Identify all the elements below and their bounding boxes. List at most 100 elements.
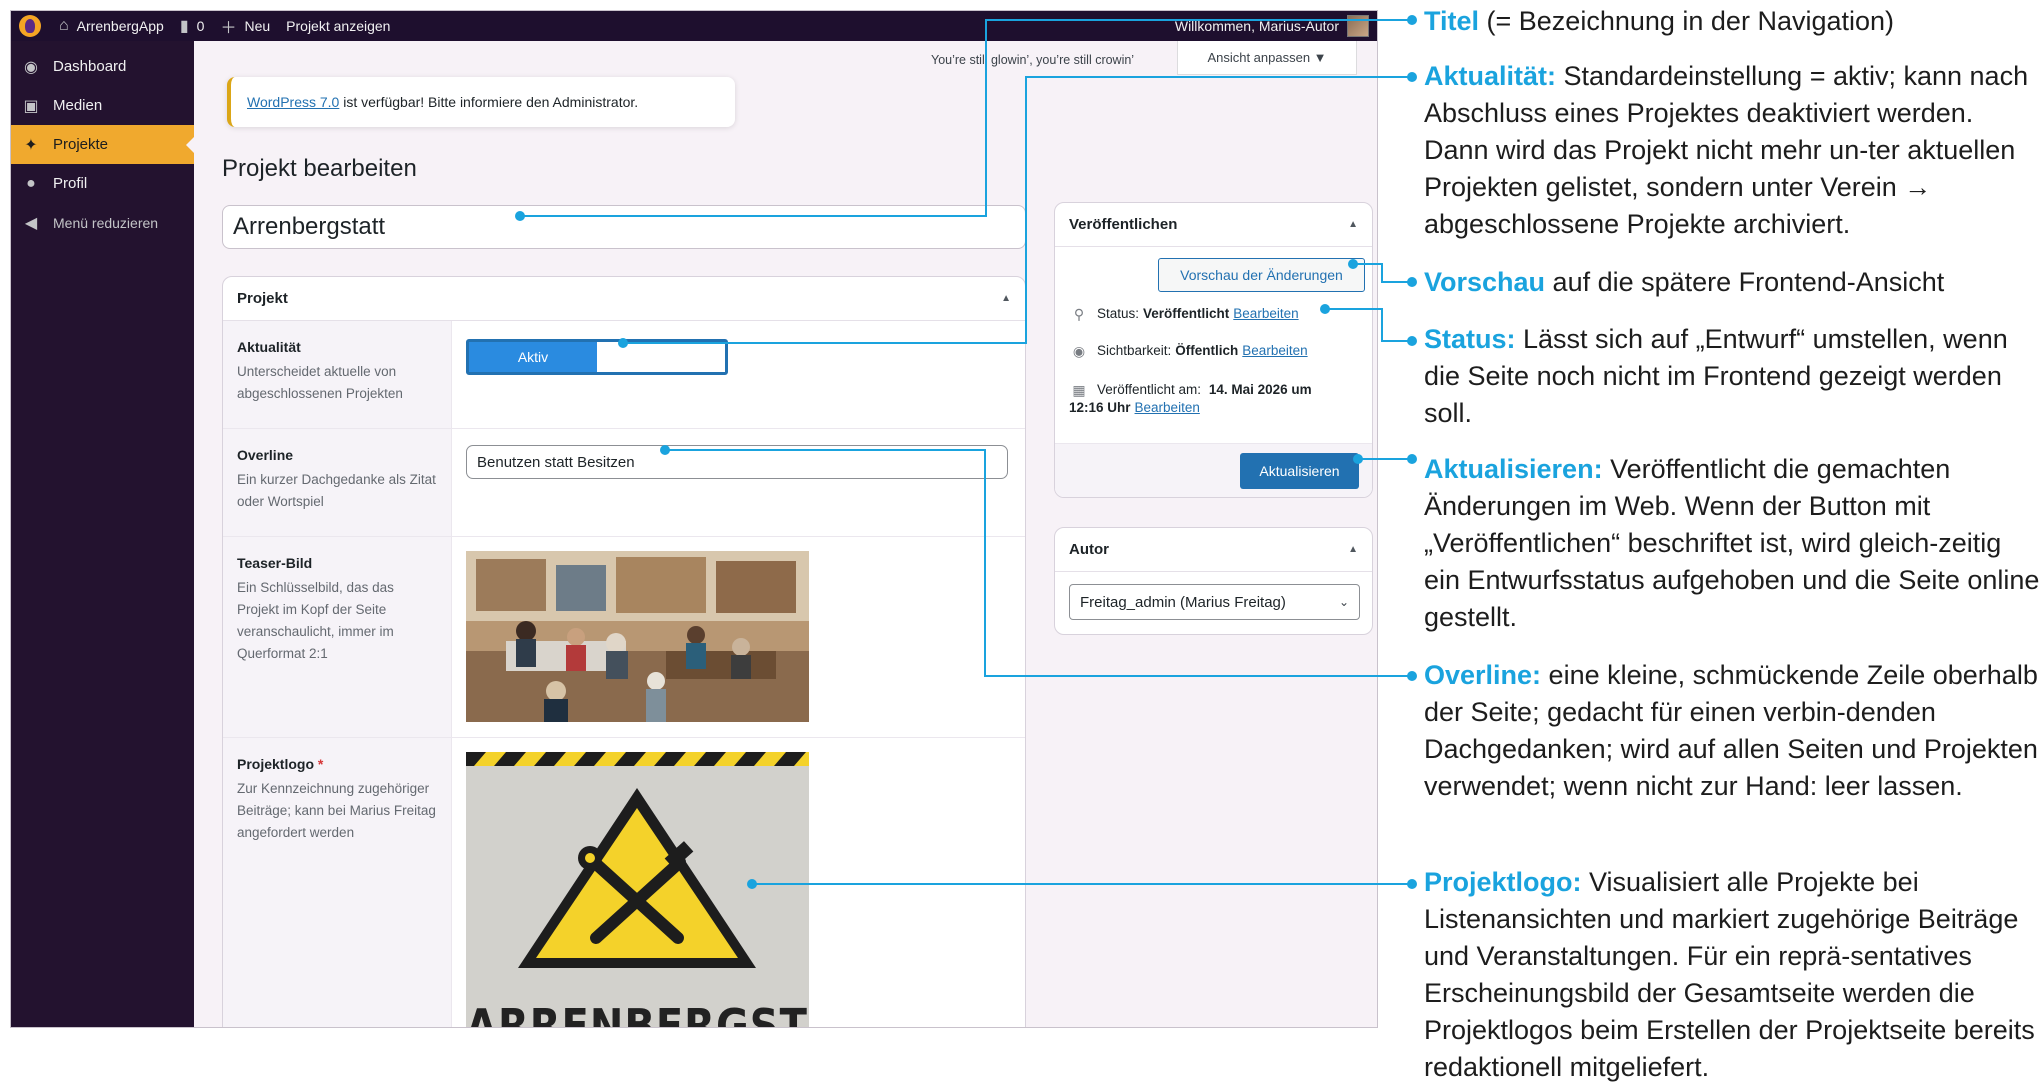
post-title-input[interactable]: Arrenbergstatt: [222, 205, 1026, 249]
visibility-label: Sichtbarkeit:: [1097, 343, 1172, 358]
home-icon: ⌂: [59, 17, 69, 34]
site-logo-icon[interactable]: [19, 15, 41, 37]
edit-date-link[interactable]: Bearbeiten: [1135, 400, 1200, 415]
chevron-down-icon: ⌄: [1338, 595, 1349, 609]
collapse-toggle-icon[interactable]: ▲: [1348, 219, 1358, 230]
annotation-key: Aktualität:: [1424, 61, 1557, 91]
visibility-value: Öffentlich: [1175, 343, 1239, 358]
update-button[interactable]: Aktualisieren: [1240, 453, 1359, 489]
published-date: 14. Mai 2026 um: [1208, 382, 1312, 397]
annotation-text: Visualisiert alle Projekte bei Listenans…: [1424, 867, 2035, 1082]
view-project-link[interactable]: Projekt anzeigen: [278, 11, 398, 41]
annotation-text: (= Bezeichnung in der Navigation): [1479, 6, 1895, 36]
sidebar-collapse-menu[interactable]: ◀ Menü reduzieren: [11, 203, 194, 242]
author-selected-value: Freitag_admin (Marius Freitag): [1080, 593, 1286, 611]
site-name-link[interactable]: ⌂ ArrenbergApp: [51, 11, 172, 41]
user-icon: ●: [26, 174, 36, 192]
publish-box-header[interactable]: Veröffentlichen ▲: [1055, 203, 1372, 247]
aktualitaet-toggle[interactable]: Aktiv: [466, 339, 728, 375]
update-link[interactable]: WordPress 7.0: [247, 94, 339, 110]
eye-icon: ◉: [1072, 343, 1086, 359]
annotation-projektlogo: Projektlogo: Visualisiert alle Projekte …: [1424, 864, 2042, 1085]
collapse-toggle-icon[interactable]: ▲: [1001, 293, 1011, 304]
publish-box-title: Veröffentlichen: [1069, 216, 1178, 233]
field-teaser: Teaser-Bild Ein Schlüsselbild, das das P…: [223, 537, 1025, 738]
admin-sidebar: ◉ Dashboard ▣ Medien ✦ Projekte ● Profil ◀ Me…: [11, 41, 195, 1027]
published-text: Veröffentlicht am: 14. Mai 2026 um: [1097, 380, 1312, 400]
screen-options-button[interactable]: Ansicht anpassen ▼: [1177, 41, 1357, 75]
published-time-line: 12:16 Uhr Bearbeiten: [1069, 400, 1200, 415]
field-label: Aktualität: [237, 339, 301, 355]
calendar-icon: ▦: [1072, 382, 1086, 398]
author-box-header[interactable]: Autor ▲: [1055, 528, 1372, 572]
comment-icon: ▮: [179, 18, 189, 35]
plus-icon: ＋: [220, 20, 237, 37]
author-select[interactable]: Freitag_admin (Marius Freitag) ⌄: [1069, 584, 1360, 620]
field-input-area: [453, 537, 1025, 737]
collapse-icon: ◀: [24, 214, 38, 232]
field-label: Teaser-Bild: [237, 555, 313, 571]
notice-text: ist verfügbar! Bitte informiere den Admi…: [339, 94, 639, 110]
edit-visibility-link[interactable]: Bearbeiten: [1242, 343, 1307, 358]
toggle-off-area[interactable]: [597, 342, 725, 372]
annotation-key: Projektlogo:: [1424, 867, 1582, 897]
field-label-area: Aktualität Unterscheidet aktuelle von ab…: [223, 321, 452, 428]
annotation-status: Status: Lässt sich auf „Entwurf“ umstell…: [1424, 321, 2042, 432]
workshop-photo: [466, 551, 809, 722]
account-menu[interactable]: Willkommen, Marius-Autor: [1175, 15, 1377, 37]
field-description: Ein kurzer Dachgedanke als Zitat oder Wo…: [237, 472, 436, 509]
annotation-key: Overline:: [1424, 660, 1542, 690]
sidebar-item-profile[interactable]: ● Profil: [11, 164, 194, 203]
field-overline: Overline Ein kurzer Dachgedanke als Zita…: [223, 429, 1025, 537]
field-input-area: ARRENBERGSTATT: [453, 738, 1025, 1027]
projektlogo-image[interactable]: ARRENBERGSTATT: [466, 752, 809, 1027]
field-description: Ein Schlüsselbild, das das Projekt im Ko…: [237, 580, 394, 661]
pin-icon: ✦: [24, 136, 38, 154]
author-meta-box: Autor ▲ Freitag_admin (Marius Freitag) ⌄: [1054, 527, 1373, 635]
field-label-area: Projektlogo * Zur Kennzeichnung zugehöri…: [223, 738, 452, 1027]
sidebar-item-dashboard[interactable]: ◉ Dashboard: [11, 47, 194, 86]
published-date-line: ▦ Veröffentlicht am: 14. Mai 2026 um: [1069, 380, 1312, 400]
field-label: Overline: [237, 447, 294, 463]
preview-changes-button[interactable]: Vorschau der Änderungen: [1158, 258, 1365, 292]
field-label-area: Teaser-Bild Ein Schlüsselbild, das das P…: [223, 537, 452, 737]
field-description: Zur Kennzeichnung zugehöriger Beiträge; …: [237, 781, 436, 840]
page-title: Projekt bearbeiten: [222, 155, 417, 182]
annotation-overline: Overline: eine kleine, schmückende Zeile…: [1424, 657, 2042, 805]
annotation-key: Titel: [1424, 6, 1480, 36]
annotation-text: auf die spätere Frontend-Ansicht: [1545, 267, 1945, 297]
published-time: 12:16 Uhr: [1069, 400, 1131, 415]
pin-icon: ⚲: [1073, 306, 1085, 322]
status-value: Veröffentlicht: [1143, 306, 1230, 321]
annotation-key: Vorschau: [1424, 267, 1546, 297]
author-box-title: Autor: [1069, 541, 1109, 558]
collapse-toggle-icon[interactable]: ▲: [1348, 544, 1358, 555]
avatar: [1347, 15, 1369, 37]
projekt-meta-box: Projekt ▲ Aktualität Unterscheidet aktue…: [222, 276, 1026, 1027]
field-input-area: Aktiv: [453, 321, 1025, 428]
published-label: Veröffentlicht am:: [1097, 382, 1202, 397]
overline-input[interactable]: Benutzen statt Besitzen: [466, 445, 1008, 479]
new-content-link[interactable]: ＋ Neu: [212, 11, 278, 41]
comments-link[interactable]: ▮ 0: [172, 11, 213, 41]
sidebar-item-projects[interactable]: ✦ Projekte: [11, 125, 195, 164]
teaser-image[interactable]: [466, 551, 809, 722]
field-aktualitaet: Aktualität Unterscheidet aktuelle von ab…: [223, 321, 1025, 429]
annotation-aktualitaet: Aktualität: Standardeinstellung = aktiv;…: [1424, 58, 2042, 243]
toggle-on-label: Aktiv: [469, 342, 597, 372]
update-notice: WordPress 7.0 ist verfügbar! Bitte infor…: [227, 77, 735, 127]
sidebar-item-media[interactable]: ▣ Medien: [11, 86, 194, 125]
annotation-key: Status:: [1424, 324, 1516, 354]
warning-sign-logo: [466, 752, 809, 1027]
visibility-line: ◉ Sichtbarkeit: Öffentlich Bearbeiten: [1069, 343, 1308, 360]
annotation-key: Aktualisieren:: [1424, 454, 1603, 484]
field-description: Unterscheidet aktuelle von abgeschlossen…: [237, 364, 403, 401]
projekt-box-header[interactable]: Projekt ▲: [223, 277, 1025, 321]
status-line: ⚲ Status: Veröffentlicht Bearbeiten: [1069, 306, 1299, 323]
annotation-aktualisieren: Aktualisieren: Veröffentlicht die gemach…: [1424, 451, 2042, 636]
edit-status-link[interactable]: Bearbeiten: [1233, 306, 1298, 321]
admin-bar: ⌂ ArrenbergApp ▮ 0 ＋ Neu Projekt anzeigen W…: [11, 11, 1377, 41]
field-projektlogo: Projektlogo * Zur Kennzeichnung zugehöri…: [223, 738, 1025, 1027]
field-label-text: Projektlogo: [237, 756, 315, 772]
field-input-area: Benutzen statt Besitzen: [453, 429, 1025, 536]
